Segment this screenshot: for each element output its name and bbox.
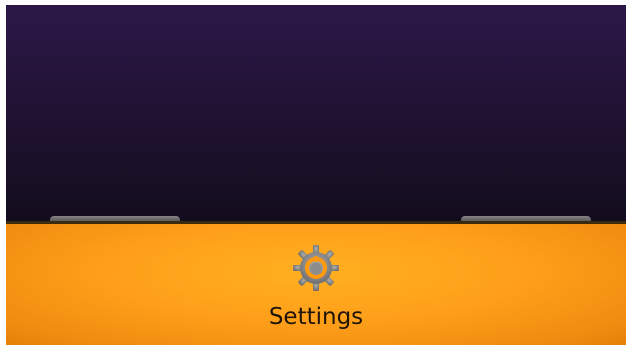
settings-menu-item[interactable]: Settings [251, 244, 381, 345]
settings-label: Settings [268, 304, 364, 330]
options-menu-panel: Settings [6, 221, 626, 345]
device-screen: Settings [6, 5, 626, 345]
settings-gear-icon [293, 245, 339, 291]
home-wallpaper [6, 5, 626, 221]
